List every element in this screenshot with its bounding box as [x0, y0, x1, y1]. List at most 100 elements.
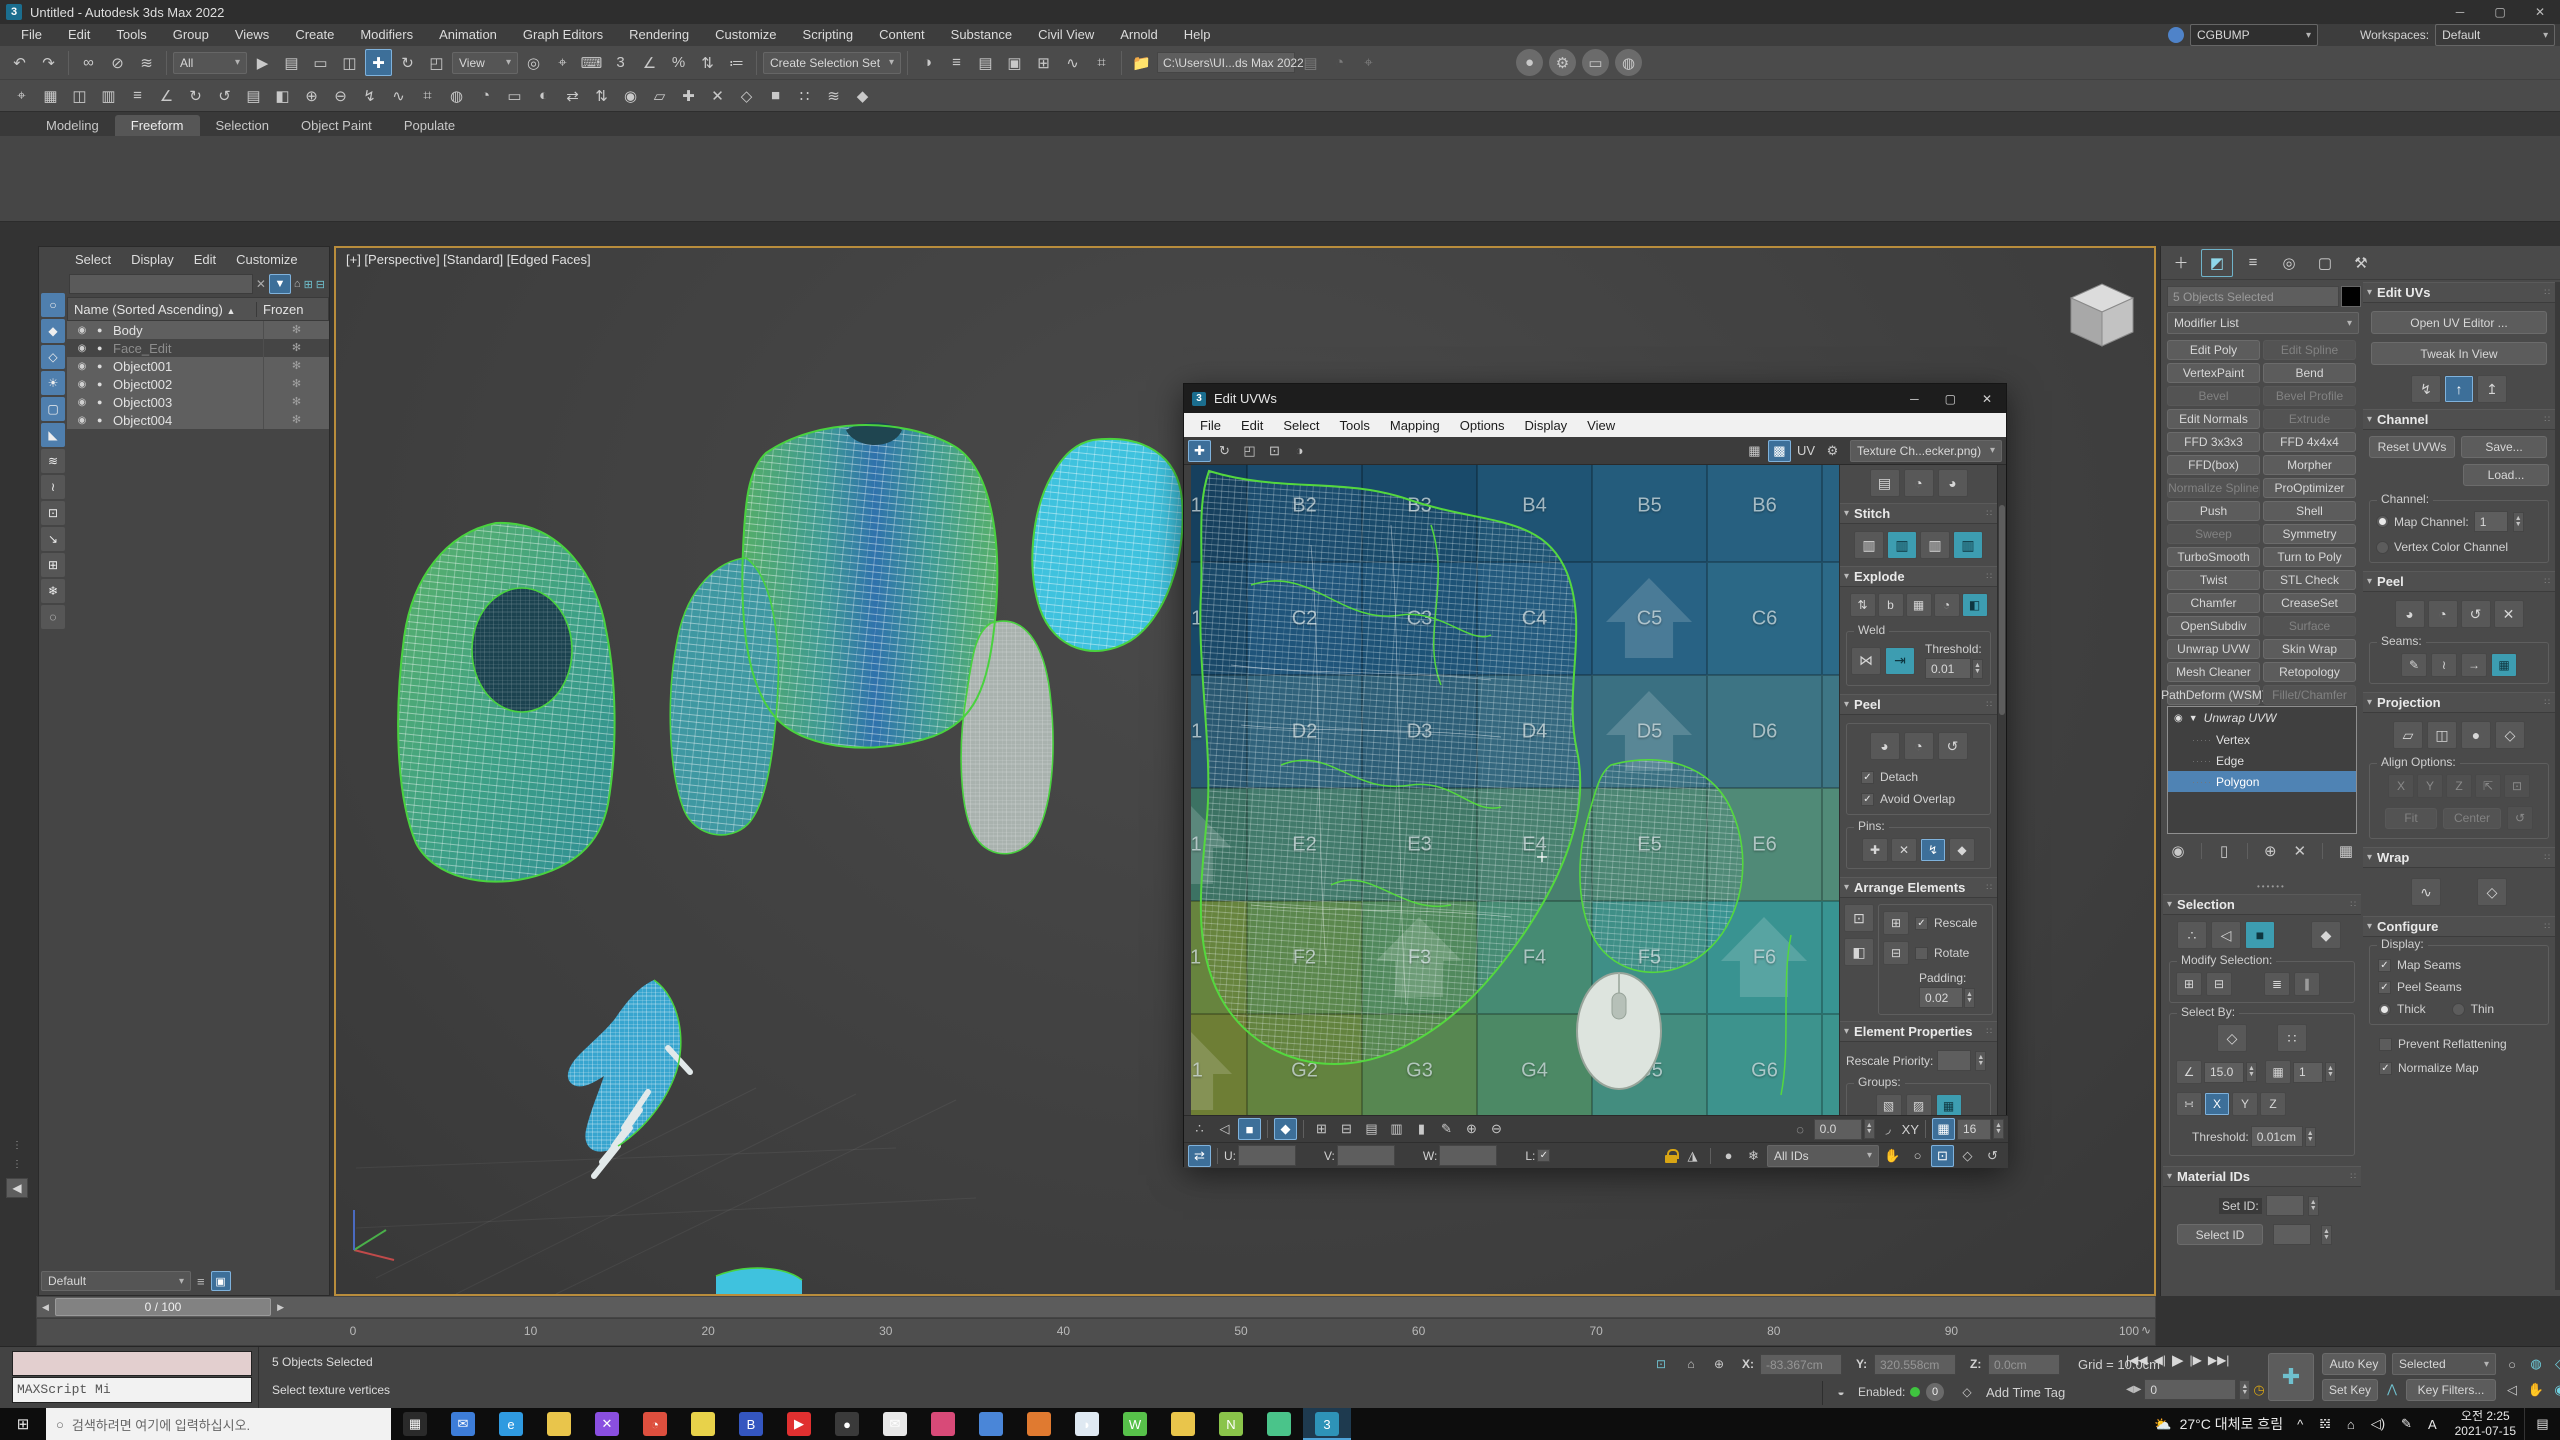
- uv-zoom-icon[interactable]: ○: [1906, 1145, 1929, 1167]
- hidden-icons-caret[interactable]: ^: [2297, 1417, 2303, 1432]
- viewcube[interactable]: [2071, 284, 2133, 346]
- modifier-button[interactable]: Fillet/Chamfer: [2263, 685, 2356, 705]
- uv-brush-grow-icon[interactable]: ⊕: [1460, 1118, 1483, 1140]
- uv-move-icon[interactable]: ✚: [1188, 440, 1211, 462]
- uv-maximize-button[interactable]: ▢: [1945, 392, 1956, 406]
- modifier-button[interactable]: Edit Spline: [2263, 340, 2356, 360]
- axis-z-button[interactable]: Z: [2260, 1092, 2286, 1116]
- z-coord-field[interactable]: 0.0cm: [1988, 1354, 2060, 1375]
- uv-space-label[interactable]: UV: [1793, 443, 1819, 458]
- select-id-button[interactable]: Select ID: [2177, 1224, 2263, 1245]
- modifier-button[interactable]: Retopology: [2263, 662, 2356, 682]
- uv-menu-item[interactable]: Select: [1273, 418, 1329, 433]
- tweak-in-view-button[interactable]: Tweak In View: [2371, 342, 2547, 365]
- filter-geometry-icon[interactable]: ◆: [41, 319, 65, 343]
- visibility-eye-icon[interactable]: ◉: [67, 325, 97, 336]
- clipped-mesh-piece[interactable]: [716, 1268, 802, 1294]
- select-by-name-icon[interactable]: ▤: [278, 49, 305, 76]
- dock-grip-icon[interactable]: ⋮: [12, 1140, 22, 1151]
- modifier-button[interactable]: Unwrap UVW: [2167, 639, 2260, 659]
- uv-grid-snap-icon[interactable]: ▦: [1932, 1118, 1955, 1140]
- visibility-eye-icon[interactable]: ◉: [2174, 713, 2183, 724]
- rescale-checkbox[interactable]: ✓: [1915, 917, 1928, 930]
- toolbar2-icon[interactable]: ■: [762, 82, 789, 109]
- menu-item[interactable]: Civil View: [1025, 24, 1107, 46]
- Object001[interactable]: ◉ ● Object001 ✻: [67, 357, 329, 375]
- menu-item[interactable]: Views: [222, 24, 282, 46]
- collapse-dock-button[interactable]: ◀: [6, 1178, 28, 1198]
- uv-shrink-selection-icon[interactable]: ⊟: [1335, 1118, 1358, 1140]
- weld-custom-icon[interactable]: ⋈: [1851, 647, 1881, 675]
- edit-uvs-rollout-header[interactable]: Edit UVs∷: [2363, 282, 2555, 303]
- thin-seam-radio[interactable]: [2452, 1003, 2465, 1016]
- pan-icon[interactable]: ✋: [2524, 1379, 2548, 1401]
- modifier-button[interactable]: FFD 3x3x3: [2167, 432, 2260, 452]
- key-mode-icon[interactable]: ◷: [2253, 1382, 2264, 1398]
- explorer-preset-dropdown[interactable]: Default: [41, 1271, 191, 1291]
- uv-window-titlebar[interactable]: 3 Edit UVWs ─ ▢ ✕: [1184, 384, 2006, 413]
- account-menu[interactable]: CGBUMP: [2168, 24, 2318, 46]
- edit-uvws-window[interactable]: 3 Edit UVWs ─ ▢ ✕ FileEditSelectToolsMap…: [1183, 383, 2007, 1167]
- uv-soft-selection-field[interactable]: 0.0: [1814, 1119, 1862, 1140]
- zoom-icon[interactable]: ○: [2500, 1353, 2524, 1375]
- render-dot-icon[interactable]: ●: [97, 397, 109, 407]
- use-pivot-center-icon[interactable]: ◎: [520, 49, 547, 76]
- workspace-dropdown[interactable]: Default: [2435, 24, 2555, 46]
- wrap-rollout-header[interactable]: Wrap∷: [2363, 847, 2555, 868]
- modifier-button[interactable]: FFD 4x4x4: [2263, 432, 2356, 452]
- toolbar2-icon[interactable]: ▦: [37, 82, 64, 109]
- selection-filter-dropdown[interactable]: All: [173, 52, 247, 74]
- app-blue-icon[interactable]: B: [727, 1408, 775, 1440]
- uv-hide-icon[interactable]: ●: [1717, 1145, 1740, 1167]
- selection-lock-icon[interactable]: ⌂: [1680, 1353, 1702, 1375]
- uv-grow-selection-icon[interactable]: ⊞: [1310, 1118, 1333, 1140]
- planar-angle-spinner[interactable]: ▲▼: [2246, 1062, 2257, 1082]
- uv-vertex-mode-icon[interactable]: ∴: [1188, 1118, 1211, 1140]
- toolbar2-icon[interactable]: ◍: [443, 82, 470, 109]
- render-dot-icon[interactable]: ●: [97, 361, 109, 371]
- uv-menu-item[interactable]: Options: [1450, 418, 1515, 433]
- explode-to-faces-icon[interactable]: ◧: [1962, 593, 1988, 617]
- padding-spinner[interactable]: ▲▼: [1964, 988, 1975, 1008]
- object-name-field[interactable]: 5 Objects Selected: [2167, 286, 2339, 307]
- go-to-end-icon[interactable]: ▶▶|: [2208, 1353, 2230, 1367]
- frame-spinner[interactable]: ▲▼: [2239, 1380, 2250, 1400]
- zoom-extents-icon[interactable]: ◇: [2548, 1353, 2560, 1375]
- torso-mesh[interactable]: [670, 423, 1053, 854]
- add-time-tag[interactable]: Add Time Tag: [1986, 1385, 2065, 1400]
- fov-icon[interactable]: ◁: [2500, 1379, 2524, 1401]
- modifier-button[interactable]: Sweep: [2167, 524, 2260, 544]
- modifier-button[interactable]: FFD(box): [2167, 455, 2260, 475]
- pin-stack-icon[interactable]: ◉: [2167, 840, 2189, 862]
- select-id-field[interactable]: [2273, 1224, 2311, 1245]
- toolbar2-icon[interactable]: ◔: [472, 82, 499, 109]
- visibility-eye-icon[interactable]: ◉: [67, 343, 97, 354]
- rotate-checkbox[interactable]: [1915, 947, 1928, 960]
- uv-options-icon[interactable]: ⚙: [1821, 440, 1844, 462]
- sleeve-mesh[interactable]: [1032, 439, 1182, 651]
- planar-angle-icon[interactable]: ∠: [2176, 1060, 2202, 1084]
- frozen-toggle-icon[interactable]: ✻: [263, 393, 329, 411]
- material-editor-icon[interactable]: ●: [1516, 49, 1543, 76]
- matid-field[interactable]: 1: [2293, 1062, 2323, 1083]
- select-by-normals-icon[interactable]: ◇: [2217, 1024, 2247, 1052]
- u-field[interactable]: [1238, 1145, 1296, 1166]
- app-lime-icon[interactable]: [1255, 1408, 1303, 1440]
- rescale-priority-field[interactable]: [1937, 1050, 1971, 1071]
- flatten-by-smoothing-icon[interactable]: b: [1878, 593, 1904, 617]
- named-selection-set-dropdown[interactable]: Create Selection Set: [763, 52, 901, 74]
- lock-explorer-icon[interactable]: ⌂: [294, 278, 301, 290]
- minimize-button[interactable]: ─: [2440, 5, 2480, 19]
- select-and-rotate-icon[interactable]: ↻: [394, 49, 421, 76]
- toolbar2-icon[interactable]: ⌖: [8, 82, 35, 109]
- tab-hierarchy-icon[interactable]: ≡: [2237, 249, 2269, 277]
- app-edge-icon[interactable]: e: [487, 1408, 535, 1440]
- peel-mode-icon[interactable]: ◔: [1904, 732, 1934, 760]
- open-uv-editor-button[interactable]: Open UV Editor ...: [2371, 311, 2547, 334]
- absolute-mode-icon[interactable]: ⊕: [1708, 1353, 1730, 1375]
- toolbar2-icon[interactable]: ≡: [124, 82, 151, 109]
- toolbar2-icon[interactable]: ✚: [675, 82, 702, 109]
- uv-filter-selected-faces-icon[interactable]: ◮: [1681, 1145, 1704, 1167]
- render-dot-icon[interactable]: ●: [97, 325, 109, 335]
- pin-add-icon[interactable]: ✚: [1862, 838, 1888, 862]
